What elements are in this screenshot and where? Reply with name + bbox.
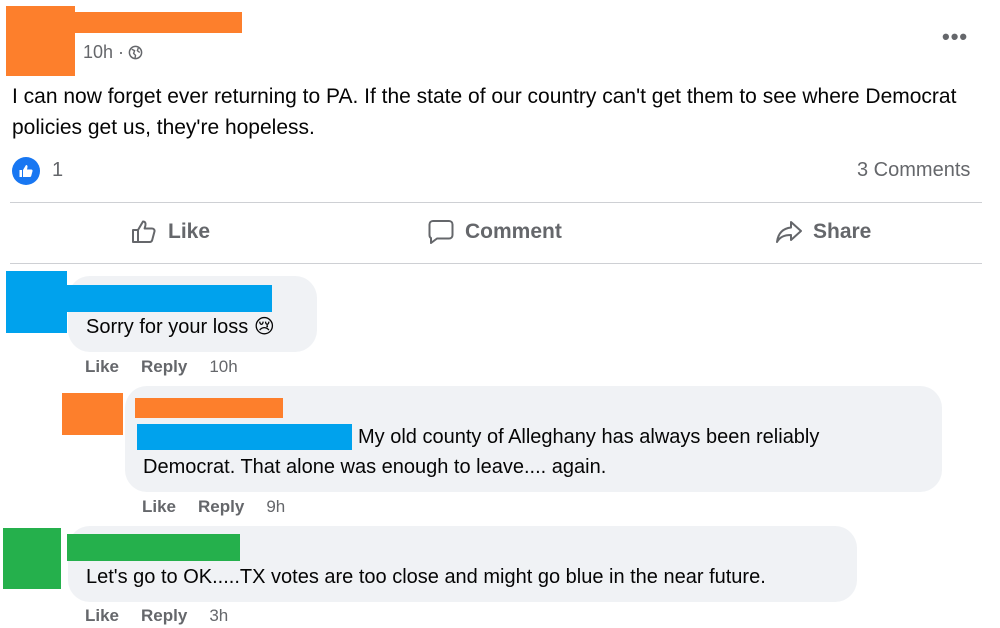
globe-icon [128,45,143,60]
reply-text-line2: Democrat. That alone was enough to leave… [143,456,607,478]
commenter-avatar-redacted[interactable] [3,528,61,589]
comment-reply-button[interactable]: Reply [141,357,187,377]
share-arrow-icon [776,221,802,243]
comment-like-button[interactable]: Like [85,357,119,377]
more-options-icon[interactable]: ••• [942,26,968,48]
comment-text-body: Sorry for your loss [86,316,249,338]
reply-author-name-redacted[interactable] [135,398,283,418]
reply-avatar-redacted[interactable] [62,393,123,435]
reply-like-button[interactable]: Like [142,497,176,517]
share-button[interactable]: Share [775,218,871,246]
author-name-redacted[interactable] [75,12,242,33]
commenter-name-redacted[interactable] [67,285,272,312]
thumbs-up-icon [19,165,33,177]
like-button[interactable]: Like [130,218,210,246]
reply-reply-button[interactable]: Reply [198,497,244,517]
comment-text: Sorry for your loss 😢 [86,313,275,342]
comment-like-button[interactable]: Like [85,606,119,626]
comment-timestamp[interactable]: 10h [209,357,237,377]
comment-button[interactable]: Comment [427,218,562,246]
comments-count-link[interactable]: 3 Comments [857,159,970,182]
comment-actions: Like Reply 10h [85,357,238,377]
reaction-count[interactable]: 1 [52,159,63,182]
reply-text-line1: My old county of Alleghany has always be… [358,426,820,448]
comment-bubble-icon [428,220,454,244]
mentioned-name-redacted[interactable] [137,424,352,450]
reply-timestamp[interactable]: 9h [266,497,285,517]
reply-actions: Like Reply 9h [142,497,285,517]
like-button-label: Like [168,220,211,243]
post-time-text: 10h · [83,42,125,62]
commenter-avatar-redacted[interactable] [6,271,67,333]
comment-reply-button[interactable]: Reply [141,606,187,626]
comment-actions: Like Reply 3h [85,606,228,626]
divider [10,263,982,264]
crying-face-emoji: 😢 [253,316,275,338]
like-reaction-icon[interactable] [12,157,40,185]
commenter-name-redacted[interactable] [67,534,240,561]
divider [10,202,982,203]
comment-timestamp[interactable]: 3h [209,606,228,626]
share-button-label: Share [813,220,872,243]
author-avatar-redacted[interactable] [6,6,75,76]
post-timestamp[interactable]: 10h · [83,42,143,63]
thumbs-up-outline-icon [132,220,156,243]
post-body-text: I can now forget ever returning to PA. I… [12,85,957,139]
comment-text: Let's go to OK.....TX votes are too clos… [86,566,766,588]
comment-button-label: Comment [465,220,562,243]
